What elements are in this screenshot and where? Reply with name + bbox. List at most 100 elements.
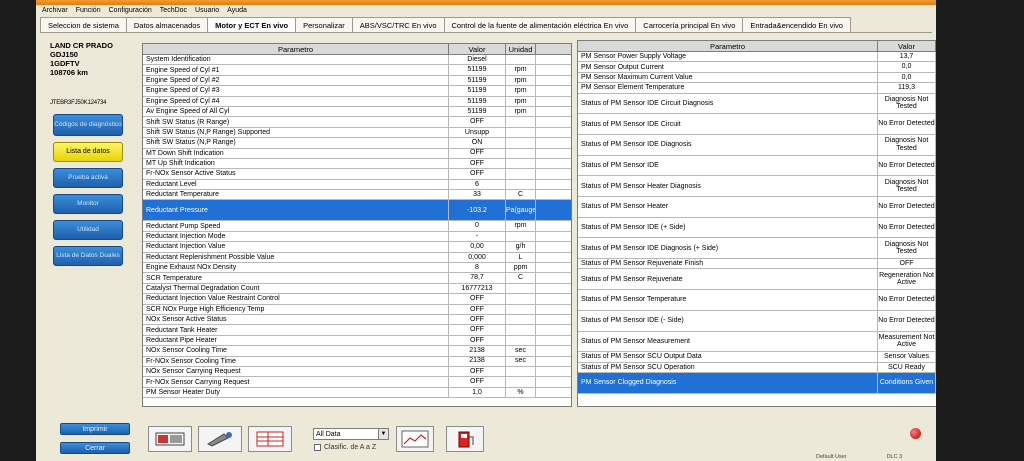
cell-value: SCU Ready bbox=[878, 362, 936, 372]
close-button[interactable]: Cerrar bbox=[60, 442, 130, 454]
menu-usuario[interactable]: Usuario bbox=[195, 7, 219, 14]
table-row[interactable]: Status of PM Sensor Rejuvenate Regenerati… bbox=[578, 269, 936, 291]
column-header-unit[interactable]: Unidad bbox=[506, 44, 536, 54]
column-header-value[interactable]: Valor bbox=[449, 44, 506, 54]
tab-6[interactable]: Carrocería principal En vivo bbox=[635, 17, 744, 32]
table-row[interactable]: PM Sensor Output Current0,0uA bbox=[578, 62, 936, 73]
table-row[interactable]: Status of PM Sensor Rejuvenate Finish OFF bbox=[578, 259, 936, 270]
cell-unit bbox=[506, 377, 536, 387]
data-filter-select[interactable]: All Data ▼ bbox=[313, 428, 389, 440]
table-row[interactable]: SCR Temperature 78,7 C bbox=[143, 273, 571, 284]
table-row[interactable]: Fr-NOx Sensor Carrying Request OFF bbox=[143, 377, 571, 388]
cell-value: OFF bbox=[449, 335, 506, 346]
cell-value: Regeneration Not Active bbox=[878, 269, 936, 290]
tab-4[interactable]: ABS/VSC/TRC En vivo bbox=[351, 17, 445, 32]
table-row[interactable]: MT Down Shift Indication OFF bbox=[143, 148, 571, 159]
menu-configuracion[interactable]: Configuración bbox=[109, 7, 152, 14]
table-row[interactable]: Status of PM Sensor SCU Output Data Senso… bbox=[578, 352, 936, 363]
tab-0[interactable]: Seleccion de sistema bbox=[40, 17, 127, 32]
table-row[interactable]: Reductant Injection Value 0,00 g/h bbox=[143, 242, 571, 253]
active-test-button[interactable]: Prueba activa bbox=[53, 168, 123, 188]
table-row[interactable]: PM Sensor Power Supply Voltage13,7V bbox=[578, 52, 936, 63]
table-row[interactable]: PM Sensor Clogged Diagnosis Conditions Gi… bbox=[578, 372, 936, 394]
table-row[interactable]: Status of PM Sensor Measurement Measureme… bbox=[578, 331, 936, 353]
menu-ayuda[interactable]: Ayuda bbox=[227, 7, 247, 14]
settings-tool-button[interactable] bbox=[248, 426, 292, 452]
tab-2[interactable]: Motor y ECT En vivo bbox=[207, 17, 297, 32]
graph-tool-button[interactable] bbox=[396, 426, 434, 452]
table-row[interactable]: Engine Speed of Cyl #2 51199 rpm bbox=[143, 75, 571, 87]
table-row[interactable]: Reductant Injection Mode - bbox=[143, 231, 571, 243]
cell-value: No Error Detected bbox=[878, 155, 936, 176]
table-row[interactable]: Reductant Pipe Heater OFF bbox=[143, 335, 571, 347]
tab-7[interactable]: Entrada&encendido En vivo bbox=[742, 17, 851, 32]
table-row[interactable]: Engine Exhaust NOx Density 8 ppm bbox=[143, 263, 571, 274]
table-row[interactable]: NOx Sensor Cooling Time 2138 sec bbox=[143, 346, 571, 357]
table-row[interactable]: Status of PM Sensor Heater No Error Detec… bbox=[578, 197, 936, 218]
table-row[interactable]: Engine Speed of Cyl #4 51199 rpm bbox=[143, 96, 571, 107]
table-row[interactable]: Shift SW Status (N,P Range) ON bbox=[143, 138, 571, 149]
table-row[interactable]: Reductant Tank Heater OFF bbox=[143, 325, 571, 336]
table-row[interactable]: Reductant Replenishment Possible Value 0,… bbox=[143, 252, 571, 264]
table-row[interactable]: Reductant Pump Speed 0 rpm bbox=[143, 221, 571, 232]
table-row[interactable]: Status of PM Sensor IDE Diagnosis (+ Sid… bbox=[578, 238, 936, 260]
table-row[interactable]: System Identification Diesel bbox=[143, 55, 571, 66]
cell-name: PM Sensor Output Current bbox=[578, 62, 878, 72]
table-row[interactable]: Reductant Temperature 33 C bbox=[143, 190, 571, 201]
table-row[interactable]: Reductant Injection Value Restraint Cont… bbox=[143, 294, 571, 305]
column-header-value[interactable]: Valor bbox=[878, 41, 936, 51]
table-row[interactable]: Reductant Pressure-103.2kPa(gauge) bbox=[143, 200, 571, 222]
cell-name: Status of PM Sensor IDE bbox=[578, 155, 878, 176]
status-connection: DLC 3 bbox=[886, 454, 903, 460]
table-row[interactable]: Fr-NOx Sensor Cooling Time 2138 sec bbox=[143, 356, 571, 367]
table-row[interactable]: PM Sensor Element Temperature119,3C bbox=[578, 83, 936, 94]
table-row[interactable]: Fr-NOx Sensor Active Status OFF bbox=[143, 169, 571, 180]
fuel-tool-button[interactable] bbox=[446, 426, 484, 452]
cell-value: 0,000 bbox=[449, 252, 506, 263]
sort-checkbox[interactable]: Clasific. de A a Z bbox=[314, 444, 376, 451]
menu-funcion[interactable]: Función bbox=[76, 7, 101, 14]
dual-data-list-button[interactable]: Lista de Datos Duales bbox=[53, 246, 123, 266]
cell-name: Status of PM Sensor IDE Circuit bbox=[578, 114, 878, 134]
tab-5[interactable]: Control de la fuente de alimentación elé… bbox=[443, 17, 637, 32]
table-row[interactable]: NOx Sensor Active Status OFF bbox=[143, 314, 571, 326]
stop-record-button[interactable] bbox=[910, 428, 921, 439]
table-row[interactable]: Status of PM Sensor IDE Circuit Diagnosi… bbox=[578, 93, 936, 115]
tab-1[interactable]: Datos almacenados bbox=[125, 17, 209, 32]
dtc-button[interactable]: Códigos de diagnóstico bbox=[53, 114, 123, 136]
cell-name: Engine Speed of Cyl #4 bbox=[143, 96, 449, 106]
table-row[interactable]: PM Sensor Maximum Current Value0,0uA bbox=[578, 72, 936, 84]
cell-unit bbox=[506, 335, 536, 346]
table-row[interactable]: Shift SW Status (R Range) OFF bbox=[143, 117, 571, 128]
table-row[interactable]: SCR NOx Purge High Efficiency Temp OFF bbox=[143, 304, 571, 315]
table-row[interactable]: Reductant Level 6 bbox=[143, 179, 571, 191]
menu-archivar[interactable]: Archivar bbox=[42, 7, 68, 14]
monitor-button[interactable]: Monitor bbox=[53, 194, 123, 214]
table-row[interactable]: Av Engine Speed of All Cyl 51199 rpm bbox=[143, 106, 571, 118]
cell-value: No Error Detected bbox=[878, 197, 936, 217]
table-row[interactable]: Status of PM Sensor IDE Diagnosis Diagnos… bbox=[578, 134, 936, 156]
table-row[interactable]: Status of PM Sensor IDE (- Side) No Error… bbox=[578, 310, 936, 332]
table-row[interactable]: Status of PM Sensor IDE No Error Detected bbox=[578, 155, 936, 177]
table-row[interactable]: PM Sensor Heater Duty 1,0% bbox=[143, 387, 571, 399]
print-button[interactable]: Imprimir bbox=[60, 423, 130, 435]
utility-button[interactable]: Utilidad bbox=[53, 220, 123, 240]
table-row[interactable]: Catalyst Thermal Degradation Count 167772… bbox=[143, 283, 571, 295]
record-tool-button[interactable] bbox=[198, 426, 242, 452]
data-list-button[interactable]: Lista de datos bbox=[53, 142, 123, 162]
table-row[interactable]: NOx Sensor Carrying Request OFF bbox=[143, 366, 571, 378]
table-row[interactable]: Engine Speed of Cyl #1 51199 rpm bbox=[143, 65, 571, 76]
table-row[interactable]: Status of PM Sensor Heater Diagnosis Diag… bbox=[578, 176, 936, 197]
snapshot-tool-button[interactable] bbox=[148, 426, 192, 452]
column-header-param[interactable]: Parametro bbox=[143, 44, 449, 54]
table-row[interactable]: Shift SW Status (N,P Range) Supported Uns… bbox=[143, 127, 571, 139]
table-row[interactable]: Status of PM Sensor SCU Operation SCU Rea… bbox=[578, 362, 936, 373]
table-row[interactable]: Status of PM Sensor IDE (+ Side) No Error… bbox=[578, 217, 936, 239]
table-row[interactable]: Status of PM Sensor IDE Circuit No Error … bbox=[578, 114, 936, 135]
menu-techdoc[interactable]: TechDoc bbox=[160, 7, 187, 14]
table-row[interactable]: Engine Speed of Cyl #3 51199 rpm bbox=[143, 86, 571, 97]
table-row[interactable]: MT Up Shift Indication OFF bbox=[143, 158, 571, 170]
table-row[interactable]: Status of PM Sensor Temperature No Error … bbox=[578, 290, 936, 311]
column-header-param[interactable]: Parametro bbox=[578, 41, 878, 51]
tab-3[interactable]: Personalizar bbox=[295, 17, 353, 32]
